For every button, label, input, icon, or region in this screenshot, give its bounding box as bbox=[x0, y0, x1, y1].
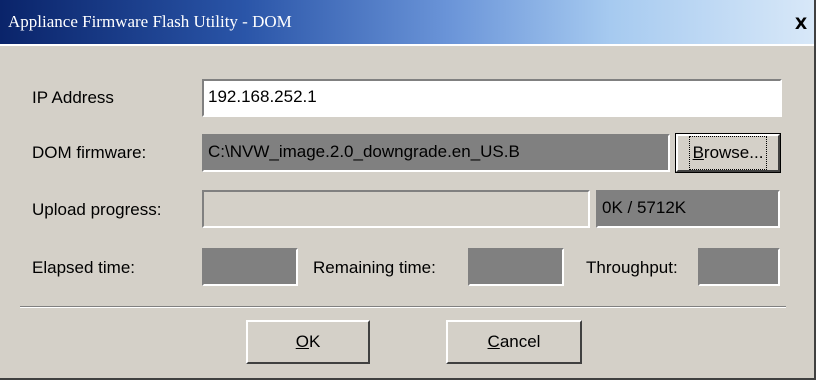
close-icon[interactable]: X bbox=[790, 14, 812, 34]
separator-line bbox=[20, 306, 786, 308]
ip-address-label: IP Address bbox=[32, 88, 114, 107]
upload-size-readout: 0K / 5712K bbox=[596, 190, 780, 228]
throughput-field bbox=[698, 248, 780, 286]
window-title: Appliance Firmware Flash Utility - DOM bbox=[8, 12, 292, 31]
cancel-button[interactable]: Cancel bbox=[446, 320, 582, 364]
upload-progress-bar bbox=[202, 190, 590, 228]
remaining-time-field bbox=[468, 248, 564, 286]
flash-utility-dialog: Appliance Firmware Flash Utility - DOM X… bbox=[0, 0, 816, 380]
throughput-label: Throughput: bbox=[586, 258, 678, 277]
ip-address-input[interactable]: 192.168.252.1 bbox=[202, 79, 782, 117]
title-bar[interactable]: Appliance Firmware Flash Utility - DOM X bbox=[0, 0, 814, 46]
ok-button[interactable]: OK bbox=[246, 320, 370, 364]
upload-progress-label: Upload progress: bbox=[32, 200, 162, 219]
elapsed-time-label: Elapsed time: bbox=[32, 258, 135, 277]
remaining-time-label: Remaining time: bbox=[313, 258, 436, 277]
dom-firmware-label: DOM firmware: bbox=[32, 143, 147, 162]
dom-firmware-path-field: C:\NVW_image.2.0_downgrade.en_US.B bbox=[202, 134, 670, 172]
elapsed-time-field bbox=[202, 248, 298, 286]
browse-button[interactable]: Browse... bbox=[675, 133, 781, 173]
